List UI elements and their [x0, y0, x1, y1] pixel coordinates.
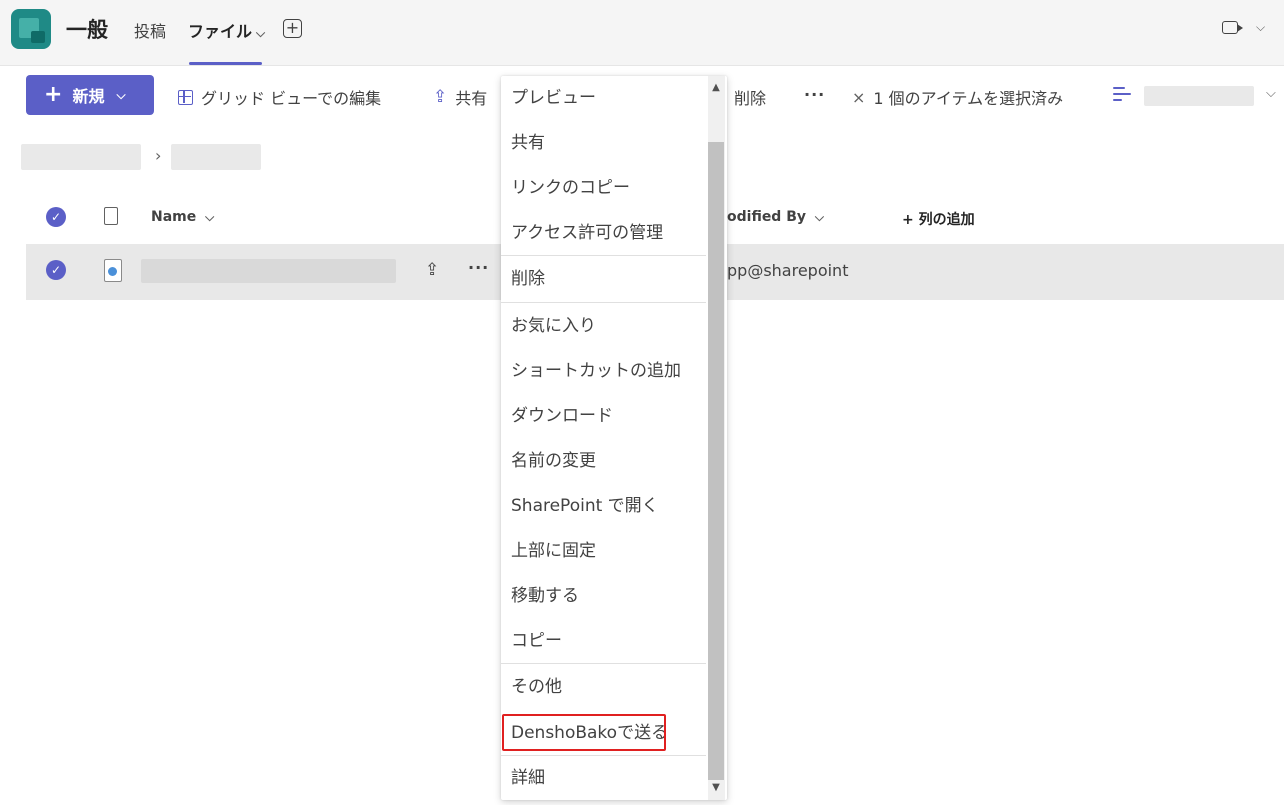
- close-icon: ×: [852, 87, 866, 107]
- menu-item-preview[interactable]: プレビュー: [501, 76, 706, 120]
- column-header-name[interactable]: Name ⌵: [151, 209, 214, 225]
- tab-files[interactable]: ファイル ⌵: [188, 18, 265, 42]
- column-name-label: Name: [151, 209, 197, 225]
- grid-edit-button[interactable]: グリッド ビューでの編集: [178, 85, 381, 109]
- menu-item-delete[interactable]: 削除: [501, 257, 706, 301]
- menu-item-download[interactable]: ダウンロード: [501, 394, 706, 438]
- breadcrumb-item-redacted[interactable]: [171, 144, 261, 170]
- view-options-icon[interactable]: [1113, 86, 1131, 102]
- team-logo[interactable]: [11, 9, 51, 49]
- chevron-down-icon: ⌵: [205, 210, 215, 224]
- web-file-icon: [104, 259, 122, 282]
- menu-divider: [501, 302, 706, 303]
- delete-label: 削除: [734, 89, 767, 108]
- scroll-up-icon[interactable]: ▲: [709, 82, 723, 93]
- selection-count-label: 1 個のアイテムを選択済み: [873, 89, 1064, 108]
- menu-item-open-in-sharepoint[interactable]: SharePoint で開く: [501, 484, 706, 528]
- file-name-redacted[interactable]: [141, 259, 396, 283]
- scroll-down-icon[interactable]: ▼: [709, 782, 723, 793]
- menu-item-details[interactable]: 詳細: [501, 756, 706, 800]
- video-call-icon[interactable]: [1222, 21, 1243, 34]
- add-column-button[interactable]: + 列の追加: [902, 209, 975, 229]
- new-button[interactable]: + 新規 ⌵: [26, 75, 154, 115]
- menu-item-add-shortcut[interactable]: ショートカットの追加: [501, 349, 706, 393]
- plus-icon: +: [44, 82, 63, 107]
- menu-divider: [501, 255, 706, 256]
- select-all-checkbox[interactable]: ✓: [46, 207, 66, 227]
- chevron-down-icon: ⌵: [256, 26, 266, 40]
- chevron-down-icon[interactable]: ⌵: [1266, 86, 1276, 101]
- column-modified-by-label: odified By: [727, 209, 807, 225]
- breadcrumb-separator-icon: ›: [155, 146, 162, 165]
- menu-item-manage-access[interactable]: アクセス許可の管理: [501, 211, 706, 255]
- tab-posts-label: 投稿: [134, 22, 167, 41]
- row-checkbox[interactable]: ✓: [46, 260, 66, 280]
- more-commands-button[interactable]: ···: [804, 85, 825, 104]
- row-more-icon[interactable]: ···: [468, 258, 489, 277]
- menu-item-favorite[interactable]: お気に入り: [501, 304, 706, 348]
- clear-selection-button[interactable]: × 1 個のアイテムを選択済み: [852, 85, 1063, 109]
- more-icon: ···: [804, 85, 826, 104]
- tab-files-label: ファイル: [188, 22, 253, 41]
- context-menu: プレビュー 共有 リンクのコピー アクセス許可の管理 削除 お気に入り ショート…: [501, 76, 727, 800]
- row-share-icon[interactable]: ⇪: [425, 260, 439, 280]
- grid-icon: [178, 89, 193, 105]
- row-modified-by: pp@sharepoint: [727, 261, 849, 280]
- menu-divider: [501, 663, 706, 664]
- active-tab-indicator: [189, 62, 262, 65]
- grid-edit-label: グリッド ビューでの編集: [201, 89, 382, 108]
- delete-button[interactable]: 削除: [734, 85, 766, 109]
- menu-scrollbar-thumb[interactable]: [708, 142, 724, 780]
- highlight-box: [502, 714, 666, 751]
- view-name-redacted[interactable]: [1144, 86, 1254, 106]
- channel-header: 一般 投稿 ファイル ⌵ + ⌵: [0, 0, 1284, 66]
- file-type-icon: [104, 207, 118, 225]
- share-icon: ⇪: [433, 87, 448, 107]
- share-button[interactable]: ⇪ 共有: [433, 85, 487, 109]
- share-label: 共有: [455, 89, 488, 108]
- menu-item-move[interactable]: 移動する: [501, 574, 706, 618]
- add-tab-icon[interactable]: +: [283, 19, 302, 38]
- tab-posts[interactable]: 投稿: [134, 18, 166, 42]
- menu-item-rename[interactable]: 名前の変更: [501, 439, 706, 483]
- menu-item-pin-to-top[interactable]: 上部に固定: [501, 529, 706, 573]
- menu-item-share[interactable]: 共有: [501, 121, 706, 165]
- menu-item-copy[interactable]: コピー: [501, 619, 706, 663]
- channel-title: 一般: [66, 18, 108, 42]
- column-header-modified-by[interactable]: odified By ⌵: [727, 209, 824, 225]
- chevron-down-icon: ⌵: [814, 210, 824, 224]
- menu-item-copy-link[interactable]: リンクのコピー: [501, 166, 706, 210]
- breadcrumb-item-redacted[interactable]: [21, 144, 141, 170]
- menu-item-more[interactable]: その他: [501, 665, 706, 709]
- chevron-down-icon[interactable]: ⌵: [1256, 20, 1265, 35]
- chevron-down-icon: ⌵: [116, 87, 126, 102]
- new-button-label: 新規: [72, 87, 105, 106]
